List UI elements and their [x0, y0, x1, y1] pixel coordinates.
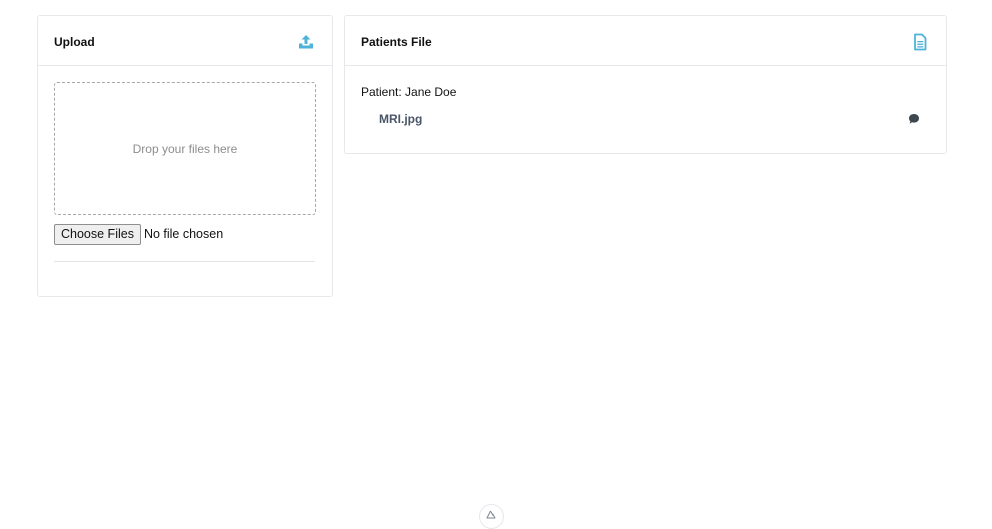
patient-name-label: Patient: Jane Doe — [361, 85, 457, 99]
upload-card-title: Upload — [54, 35, 95, 49]
file-input[interactable]: Choose Files No file chosen — [54, 223, 223, 245]
upload-card: Upload Drop your files here Choose Files… — [37, 15, 333, 297]
nuxt-logo-icon[interactable] — [479, 504, 504, 529]
comment-icon[interactable] — [908, 112, 920, 124]
patient-file-link[interactable]: MRI.jpg — [379, 112, 422, 126]
patients-card-title: Patients File — [361, 35, 432, 49]
file-dropzone[interactable]: Drop your files here — [54, 82, 316, 215]
file-status-text: No file chosen — [143, 227, 224, 241]
dropzone-text: Drop your files here — [132, 141, 238, 156]
upload-card-header: Upload — [38, 16, 332, 66]
patients-file-card: Patients File Patient: Jane Doe MRI.jpg — [344, 15, 947, 154]
upload-icon[interactable] — [297, 33, 315, 51]
patients-card-header: Patients File — [345, 16, 946, 66]
document-icon[interactable] — [911, 33, 929, 51]
upload-divider — [54, 261, 315, 262]
choose-files-button[interactable]: Choose Files — [54, 223, 141, 245]
